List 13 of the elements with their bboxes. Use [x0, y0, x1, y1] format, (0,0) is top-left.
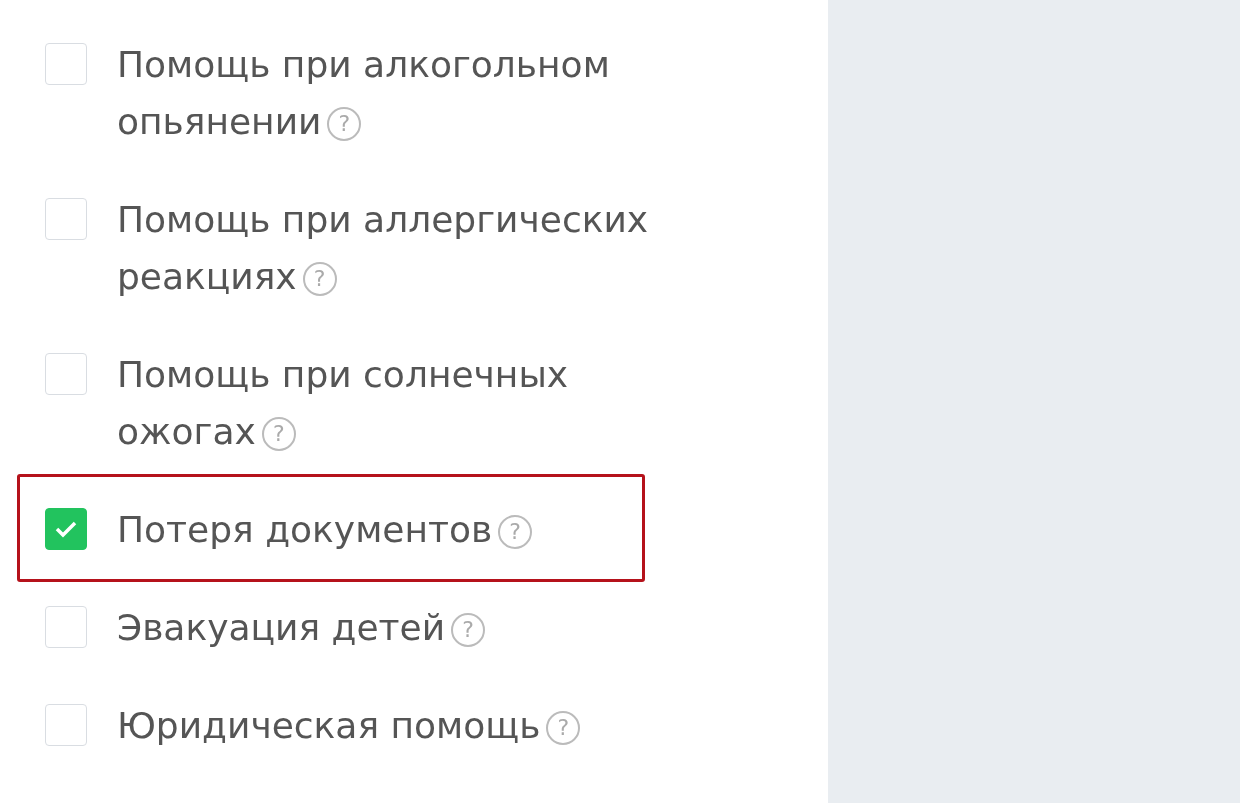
checkbox[interactable] [45, 353, 87, 395]
option-label[interactable]: Помощь при солнечных ожогах ? [117, 346, 697, 460]
option-label[interactable]: Потеря документов ? [117, 501, 533, 558]
option-label[interactable]: Помощь при аллергических реакциях ? [117, 191, 697, 305]
option-label[interactable]: Эвакуация детей ? [117, 599, 486, 656]
option-label[interactable]: Юридическая помощь ? [117, 697, 581, 754]
option-label[interactable]: Помощь при алкогольном опьянении ? [117, 36, 697, 150]
checkbox[interactable] [45, 704, 87, 746]
checkbox[interactable] [45, 606, 87, 648]
checkmark-icon [55, 520, 77, 538]
checkbox[interactable] [45, 43, 87, 85]
checkbox[interactable] [45, 508, 87, 550]
checkbox[interactable] [45, 198, 87, 240]
